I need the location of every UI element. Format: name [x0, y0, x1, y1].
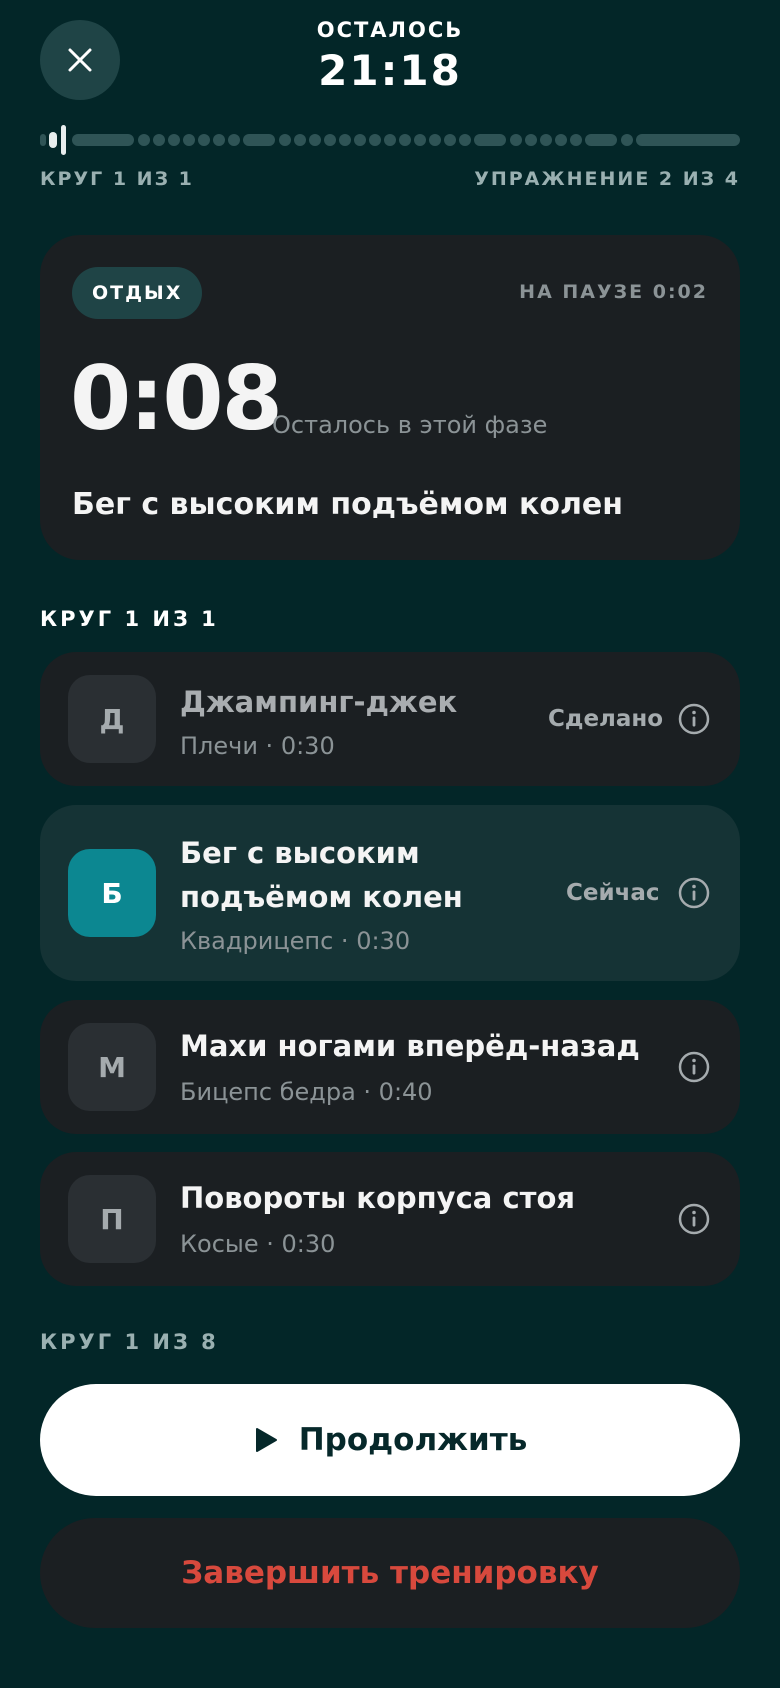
phase-badge: ОТДЫХ — [72, 267, 203, 319]
exercise-counter: УПРАЖНЕНИЕ 2 ИЗ 4 — [474, 168, 740, 190]
remaining-time: 21:18 — [318, 46, 462, 95]
phase-timer: 0:08 — [70, 347, 283, 450]
progress-thumb — [61, 125, 66, 155]
exercise-subtitle: Бицепс бедра · 0:40 — [180, 1078, 433, 1106]
finish-workout-button[interactable]: Завершить тренировку — [40, 1518, 740, 1628]
exercise-avatar: Б — [68, 849, 156, 937]
exercise-status: Сейчас — [566, 880, 660, 906]
exercise-title: Повороты корпуса стоя — [180, 1181, 575, 1215]
exercise-status: Сделано — [548, 706, 664, 732]
exercise-avatar: Д — [68, 675, 156, 763]
exercise-subtitle: Косые · 0:30 — [180, 1230, 336, 1258]
info-icon[interactable] — [677, 1202, 711, 1236]
exercise-avatar: П — [68, 1175, 156, 1263]
remaining-label: ОСТАЛОСЬ — [316, 18, 464, 42]
exercise-subtitle: Плечи · 0:30 — [180, 732, 335, 760]
continue-button[interactable]: Продолжить — [40, 1384, 740, 1496]
exercise-title: Махи ногами вперёд-назад — [180, 1029, 640, 1063]
exercise-title-line2: подъёмом колен — [180, 880, 463, 914]
phase-exercise-name: Бег с высоким подъёмом колен — [72, 487, 623, 522]
progress-labels: КРУГ 1 ИЗ 1 УПРАЖНЕНИЕ 2 ИЗ 4 — [40, 168, 740, 190]
round-section-label: КРУГ 1 ИЗ 1 — [40, 607, 219, 631]
finish-label: Завершить тренировку — [181, 1555, 599, 1591]
play-icon — [255, 1428, 277, 1452]
exercise-title: Джампинг-джек — [180, 685, 458, 719]
current-phase-card: ОТДЫХ НА ПАУЗЕ 0:02 0:08 Осталось в этой… — [40, 235, 740, 560]
exercise-avatar: М — [68, 1023, 156, 1111]
workout-screen: ОСТАЛОСЬ 21:18 КРУГ 1 ИЗ 1 УПРАЖНЕНИЕ 2 … — [0, 0, 780, 1688]
round-counter: КРУГ 1 ИЗ 1 — [40, 168, 194, 190]
info-icon[interactable] — [677, 1050, 711, 1084]
exercise-row-current[interactable]: Б Бег с высоким подъёмом колен Квадрицеп… — [40, 805, 740, 981]
exercise-row[interactable]: Д Джампинг-джек Плечи · 0:30 Сделано — [40, 652, 740, 786]
time-remaining-header: ОСТАЛОСЬ 21:18 — [0, 18, 780, 95]
next-round-section-label: КРУГ 1 ИЗ 8 — [40, 1330, 219, 1354]
workout-progress-bar — [40, 125, 740, 155]
exercise-row[interactable]: М Махи ногами вперёд-назад Бицепс бедра … — [40, 1000, 740, 1134]
exercise-title-line1: Бег с высоким — [180, 836, 420, 870]
exercise-row[interactable]: П Повороты корпуса стоя Косые · 0:30 — [40, 1152, 740, 1286]
paused-indicator: НА ПАУЗЕ 0:02 — [519, 281, 708, 303]
phase-timer-caption: Осталось в этой фазе — [272, 411, 548, 439]
info-icon[interactable] — [677, 876, 711, 910]
continue-label: Продолжить — [298, 1422, 528, 1458]
exercise-subtitle: Квадрицепс · 0:30 — [180, 927, 411, 955]
info-icon[interactable] — [677, 702, 711, 736]
